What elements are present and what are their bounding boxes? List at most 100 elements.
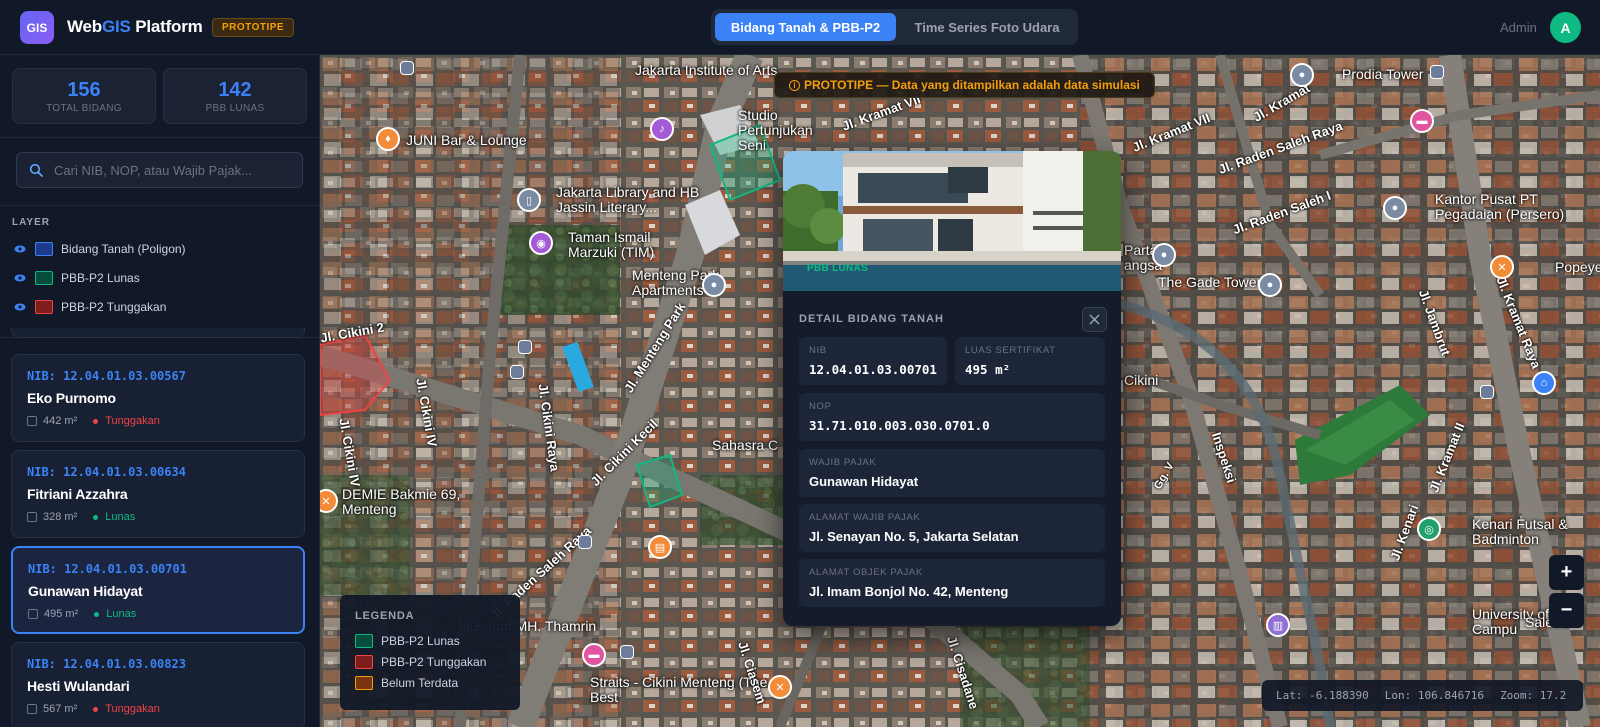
parcel-nib: NIB: 12.04.01.03.00823 (27, 657, 186, 671)
sports-icon[interactable]: ◎ (1417, 517, 1441, 541)
parcel-area: 495 m² (44, 608, 79, 620)
transit-icon[interactable] (510, 365, 524, 379)
restaurant-icon[interactable]: ✕ (768, 675, 792, 699)
transit-icon[interactable] (400, 61, 414, 75)
transit-icon[interactable] (1430, 65, 1444, 79)
field-nop: NOP 31.71.010.003.030.0701.0 (799, 393, 1105, 441)
zoom-out-button[interactable]: − (1549, 593, 1584, 628)
legend-item: PBB-P2 Tunggakan (355, 651, 505, 672)
shop-icon[interactable]: ▤ (648, 535, 672, 559)
stat-label: PBB LUNAS (205, 103, 265, 114)
parcel-owner: Fitriani Azzahra (27, 486, 128, 502)
restaurant-icon[interactable]: ✕ (1490, 255, 1514, 279)
music-icon[interactable]: ♪ (650, 117, 674, 141)
map-label: Jakarta Library and HB Jassin Literary..… (556, 184, 700, 215)
parcel-owner: Eko Purnomo (27, 390, 116, 406)
status-dot (93, 514, 99, 520)
transit-icon[interactable] (518, 340, 532, 354)
field-luas: LUAS SERTIFIKAT 495 m² (955, 337, 1105, 385)
app-title: WebGIS Platform (67, 17, 203, 36)
stat-value: 142 (218, 79, 252, 101)
map-label: Cikini (1124, 372, 1159, 388)
theater-icon[interactable]: ◉ (529, 231, 553, 255)
location-pin-icon[interactable]: ● (1258, 273, 1282, 297)
parcel-status: Tunggakan (105, 703, 160, 715)
stat-total-bidang: 156 TOTAL BIDANG (12, 68, 156, 124)
parcel-card[interactable]: NIB: 12.04.01.03.00634 Fitriani Azzahra … (11, 450, 305, 538)
transit-icon[interactable] (620, 645, 634, 659)
area-icon (28, 609, 38, 619)
eye-icon[interactable] (14, 243, 26, 255)
parcel-area: 567 m² (43, 703, 78, 715)
latitude: Lat: -6.188390 (1276, 689, 1369, 702)
close-button[interactable] (1082, 307, 1107, 332)
map-view[interactable]: Jakarta Institute of Arts JUNI Bar & Lou… (320, 55, 1600, 727)
map-label: Popeye (1555, 259, 1600, 275)
list-item[interactable] (11, 328, 305, 338)
layer-toggle-tunggakan[interactable]: PBB-P2 Tunggakan (14, 298, 166, 316)
field-alamat-wajib-pajak: ALAMAT WAJIB PAJAK Jl. Senayan No. 5, Ja… (799, 504, 1105, 552)
transit-icon[interactable] (1480, 385, 1494, 399)
hotel-icon[interactable]: ▬ (582, 643, 606, 667)
parcel-nib: NIB: 12.04.01.03.00634 (27, 465, 186, 479)
field-value: 31.71.010.003.030.0701.0 (809, 418, 990, 433)
layer-swatch (35, 242, 53, 256)
legend-swatch (355, 675, 373, 690)
field-nib: NIB 12.04.01.03.00701 (799, 337, 947, 385)
close-icon[interactable] (1089, 314, 1100, 325)
divider (0, 137, 319, 138)
location-pin-icon[interactable]: ● (702, 273, 726, 297)
bank-icon[interactable]: ⌂ (1532, 371, 1556, 395)
tab-time-series[interactable]: Time Series Foto Udara (900, 13, 1074, 41)
museum-icon[interactable]: ▥ (1266, 613, 1290, 637)
legend-swatch (355, 654, 373, 669)
hotel-icon[interactable]: ▬ (1410, 109, 1434, 133)
search-box (16, 152, 303, 188)
parcel-card[interactable]: NIB: 12.04.01.03.00567 Eko Purnomo 442 m… (11, 354, 305, 442)
field-label: LUAS SERTIFIKAT (965, 345, 1056, 356)
parcel-nib: NIB: 12.04.01.03.00567 (27, 369, 186, 383)
field-label: ALAMAT OBJEK PAJAK (809, 567, 923, 578)
area-icon (27, 512, 37, 522)
field-label: ALAMAT WAJIB PAJAK (809, 512, 921, 523)
search-input[interactable] (54, 162, 294, 178)
field-label: NIB (809, 345, 827, 356)
status-dot (94, 611, 100, 617)
eye-icon[interactable] (14, 272, 26, 284)
parcel-owner: Gunawan Hidayat (28, 583, 143, 599)
map-label: Kantor Pusat PT Pegadaian (Persero) (1435, 191, 1565, 222)
field-value: 495 m² (965, 362, 1011, 377)
location-pin-icon[interactable]: ● (1290, 63, 1314, 87)
field-wajib-pajak: WAJIB PAJAK Gunawan Hidayat (799, 449, 1105, 497)
parcel-status: Tunggakan (105, 415, 160, 427)
prototype-banner: i PROTOTIPE — Data yang ditampilkan adal… (774, 72, 1155, 98)
parcel-status: Lunas (106, 608, 137, 620)
user-name: Admin (1500, 20, 1537, 35)
bar-icon[interactable]: ♦ (376, 127, 400, 151)
tab-bidang-tanah[interactable]: Bidang Tanah & PBB-P2 (715, 13, 896, 41)
map-label: Studio Pertunjukan Seni (738, 107, 813, 153)
zoom-in-button[interactable]: + (1549, 555, 1584, 590)
legend-title: LEGENDA (355, 610, 415, 622)
field-value: Jl. Senayan No. 5, Jakarta Selatan (809, 529, 1019, 544)
area-icon (27, 704, 37, 714)
field-value: Jl. Imam Bonjol No. 42, Menteng (809, 584, 1009, 599)
layer-toggle-bidang[interactable]: Bidang Tanah (Poligon) (14, 240, 186, 258)
map-label: Prodia Tower (1342, 66, 1424, 82)
layer-toggle-lunas[interactable]: PBB-P2 Lunas (14, 269, 140, 287)
legend-label: Belum Terdata (381, 675, 459, 690)
parcel-card[interactable]: NIB: 12.04.01.03.00823 Hesti Wulandari 5… (11, 642, 305, 727)
location-pin-icon[interactable]: ● (1152, 243, 1176, 267)
location-pin-icon[interactable]: ● (1383, 196, 1407, 220)
library-icon[interactable]: ▯ (517, 188, 541, 212)
field-alamat-objek-pajak: ALAMAT OBJEK PAJAK Jl. Imam Bonjol No. 4… (799, 559, 1105, 607)
avatar[interactable]: A (1550, 12, 1581, 43)
divider (0, 205, 319, 206)
transit-icon[interactable] (578, 535, 592, 549)
parcel-card-selected[interactable]: NIB: 12.04.01.03.00701 Gunawan Hidayat 4… (11, 546, 305, 634)
layer-swatch (35, 271, 53, 285)
layer-section-title: LAYER (12, 217, 50, 228)
parcel-status: Lunas (105, 511, 136, 523)
eye-icon[interactable] (14, 301, 26, 313)
info-icon: i (789, 79, 800, 91)
